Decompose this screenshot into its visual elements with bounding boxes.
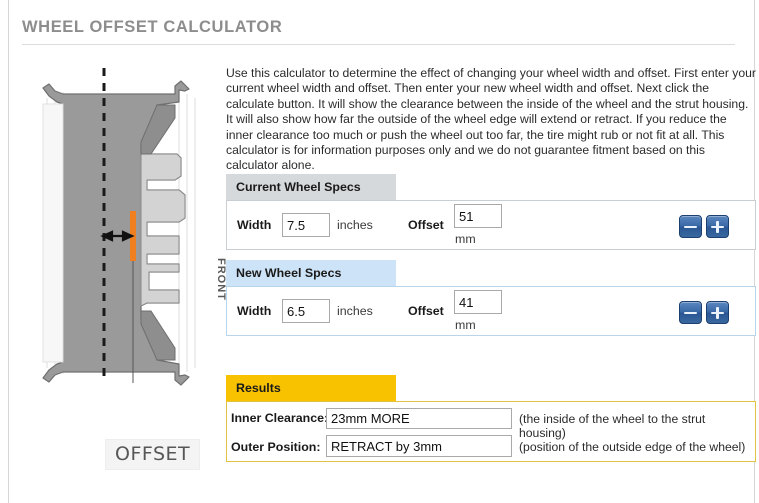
outer-position-note: (position of the outside edge of the whe… <box>519 440 745 454</box>
results-panel: Results Inner Clearance: (the inside of … <box>226 375 756 462</box>
inner-clearance-output[interactable] <box>326 408 512 429</box>
new-specs-body: Width inches Offset mm <box>226 286 756 336</box>
current-decrement-button[interactable] <box>679 215 702 238</box>
current-specs-header: Current Wheel Specs <box>226 174 396 200</box>
new-width-unit: inches <box>337 304 373 318</box>
results-header: Results <box>226 375 396 401</box>
new-offset-unit: mm <box>455 318 476 332</box>
new-decrement-button[interactable] <box>679 301 702 324</box>
current-offset-unit: mm <box>455 232 476 246</box>
new-wheel-specs-panel: New Wheel Specs Width inches Offset mm <box>226 260 756 336</box>
wheel-barrel <box>43 104 63 362</box>
new-width-input[interactable] <box>282 299 330 323</box>
current-increment-button[interactable] <box>706 215 729 238</box>
new-specs-header: New Wheel Specs <box>226 260 396 286</box>
wheel-cross-section-diagram: OFFSET FRONT <box>29 58 219 418</box>
outer-position-output[interactable] <box>326 435 512 457</box>
new-increment-button[interactable] <box>706 301 729 324</box>
inner-clearance-label: Inner Clearance: <box>231 411 328 425</box>
new-offset-label: Offset <box>408 304 444 318</box>
calculator-page: WHEEL OFFSET CALCULATOR Use this calcula… <box>8 0 755 503</box>
wheel-diagram-svg <box>29 58 219 418</box>
current-width-unit: inches <box>337 218 373 232</box>
results-body: Inner Clearance: (the inside of the whee… <box>226 401 756 462</box>
current-width-label: Width <box>237 218 271 232</box>
current-wheel-specs-panel: Current Wheel Specs Width inches Offset … <box>226 174 756 250</box>
current-offset-label: Offset <box>408 218 444 232</box>
current-specs-body: Width inches Offset mm <box>226 200 756 250</box>
current-width-input[interactable] <box>282 213 330 237</box>
inner-clearance-note: (the inside of the wheel to the strut ho… <box>519 412 755 440</box>
intro-description: Use this calculator to determine the eff… <box>226 66 756 174</box>
title-bar: WHEEL OFFSET CALCULATOR <box>22 18 735 45</box>
new-width-label: Width <box>237 304 271 318</box>
offset-label: OFFSET <box>105 439 200 470</box>
new-offset-input[interactable] <box>454 290 502 314</box>
page-title: WHEEL OFFSET CALCULATOR <box>22 18 282 36</box>
current-offset-input[interactable] <box>454 204 502 228</box>
wheel-inner-detail <box>141 154 185 306</box>
outer-position-label: Outer Position: <box>231 440 321 454</box>
